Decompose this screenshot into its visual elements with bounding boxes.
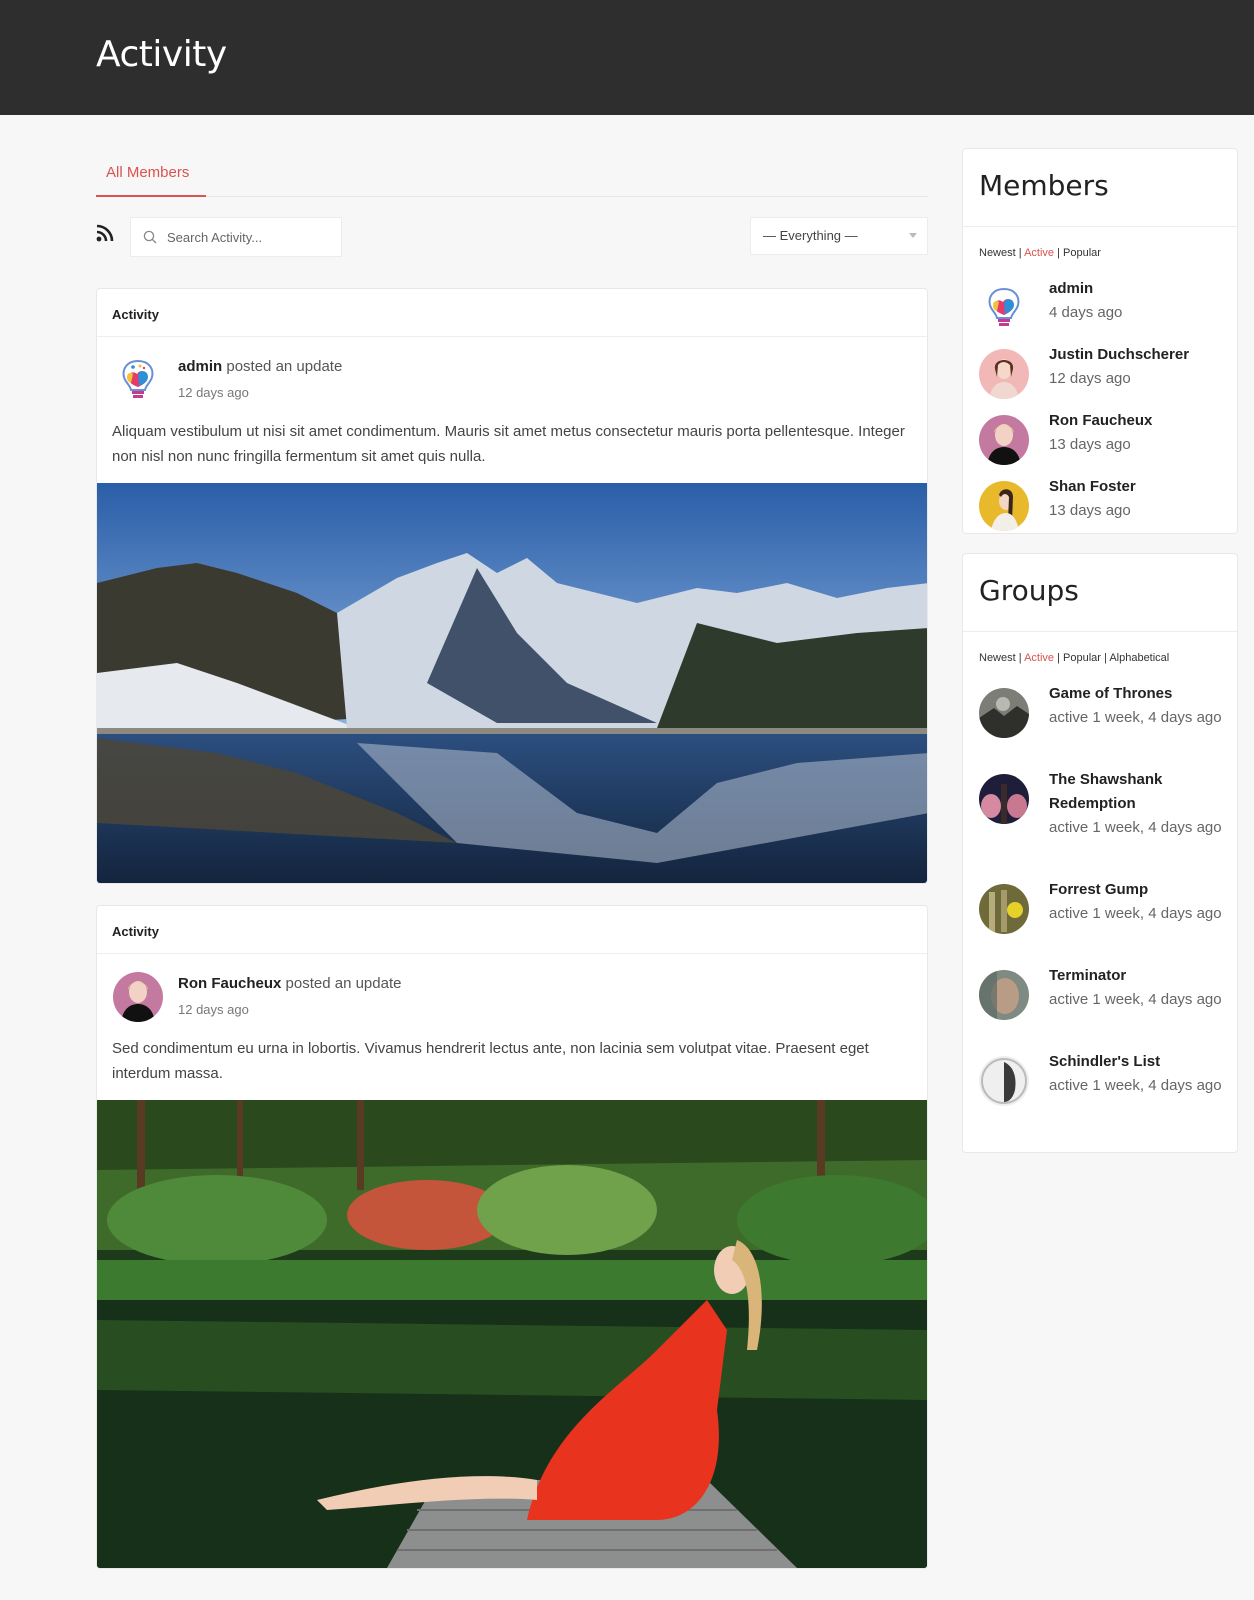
group-photo-icon bbox=[979, 688, 1029, 738]
activity-section-label: Activity bbox=[97, 289, 927, 337]
group-avatar[interactable] bbox=[979, 688, 1029, 738]
filter-separator: | bbox=[1018, 247, 1022, 259]
avatar[interactable] bbox=[113, 355, 163, 405]
groups-widget-filters: Newest | Active | Popular | Alphabetical bbox=[963, 632, 1237, 680]
group-activity: active 1 week, 4 days ago bbox=[1049, 1077, 1222, 1094]
member-name[interactable]: Shan Foster bbox=[1049, 475, 1237, 499]
post-timestamp[interactable]: 12 days ago bbox=[178, 1002, 249, 1017]
group-item: Terminator active 1 week, 4 days ago bbox=[963, 964, 1237, 1050]
member-name[interactable]: Ron Faucheux bbox=[1049, 409, 1237, 433]
filter-separator: | bbox=[1057, 652, 1060, 664]
group-item: Game of Thrones active 1 week, 4 days ag… bbox=[963, 682, 1237, 768]
group-name[interactable]: Game of Thrones bbox=[1049, 682, 1237, 706]
filter-separator: | bbox=[1018, 652, 1022, 664]
groups-filter-popular[interactable]: Popular bbox=[1063, 652, 1101, 664]
post-content: Sed condimentum eu urna in lobortis. Viv… bbox=[112, 1040, 869, 1082]
group-activity: active 1 week, 4 days ago bbox=[1049, 819, 1222, 836]
member-item: admin 4 days ago bbox=[963, 277, 1237, 343]
filter-selected-value: — Everything — bbox=[763, 228, 858, 243]
member-avatar[interactable] bbox=[979, 283, 1029, 333]
member-last-active: 4 days ago bbox=[1049, 304, 1123, 321]
post-author-link[interactable]: admin bbox=[178, 358, 222, 375]
chevron-down-icon bbox=[909, 233, 917, 238]
post-author-line: Ron Faucheux posted an update bbox=[178, 975, 401, 992]
member-last-active: 13 days ago bbox=[1049, 436, 1131, 453]
search-activity-input[interactable] bbox=[167, 218, 337, 256]
member-photo-icon bbox=[979, 349, 1029, 399]
group-photo-icon bbox=[979, 884, 1029, 934]
group-item: Schindler's List active 1 week, 4 days a… bbox=[963, 1050, 1237, 1136]
post-timestamp[interactable]: 12 days ago bbox=[178, 385, 249, 400]
post-image-woman-dock[interactable] bbox=[97, 1100, 928, 1568]
member-avatar[interactable] bbox=[979, 349, 1029, 399]
post-meta: admin posted an update 12 days ago bbox=[97, 337, 927, 419]
group-name[interactable]: Forrest Gump bbox=[1049, 878, 1237, 902]
activity-section-label: Activity bbox=[97, 906, 927, 954]
group-avatar[interactable] bbox=[979, 884, 1029, 934]
post-image-mountain-lake[interactable] bbox=[97, 483, 928, 883]
group-photo-icon bbox=[979, 774, 1029, 824]
search-icon bbox=[143, 230, 157, 244]
activity-filter-select[interactable]: — Everything — bbox=[750, 217, 928, 255]
members-filter-popular[interactable]: Popular bbox=[1063, 247, 1101, 259]
group-item: Forrest Gump active 1 week, 4 days ago bbox=[963, 878, 1237, 964]
groups-filter-active[interactable]: Active bbox=[1024, 652, 1054, 664]
member-last-active: 12 days ago bbox=[1049, 370, 1131, 387]
member-avatar[interactable] bbox=[979, 481, 1029, 531]
post-author-link[interactable]: Ron Faucheux bbox=[178, 975, 281, 992]
group-avatar[interactable] bbox=[979, 1056, 1029, 1106]
page-title: Activity bbox=[96, 34, 227, 75]
post-meta: Ron Faucheux posted an update 12 days ag… bbox=[97, 954, 927, 1036]
avatar[interactable] bbox=[113, 972, 163, 1022]
groups-widget-title: Groups bbox=[963, 554, 1237, 632]
search-activity-box[interactable] bbox=[130, 217, 342, 257]
filter-separator: | bbox=[1104, 652, 1107, 664]
member-name[interactable]: admin bbox=[1049, 277, 1237, 301]
member-last-active: 13 days ago bbox=[1049, 502, 1131, 519]
woman-portrait-icon bbox=[113, 972, 163, 1022]
member-photo-icon bbox=[979, 415, 1029, 465]
group-photo-icon bbox=[979, 1056, 1029, 1106]
members-filter-active[interactable]: Active bbox=[1024, 247, 1054, 259]
member-item: Ron Faucheux 13 days ago bbox=[963, 409, 1237, 475]
member-item: Shan Foster 13 days ago bbox=[963, 475, 1237, 533]
group-item: The Shawshank Redemption active 1 week, … bbox=[963, 768, 1237, 878]
member-avatar[interactable] bbox=[979, 415, 1029, 465]
post-action: posted an update bbox=[226, 358, 343, 375]
page-header: Activity bbox=[0, 0, 1254, 115]
post-content: Aliquam vestibulum ut nisi sit amet cond… bbox=[112, 423, 905, 465]
lightbulb-logo-icon bbox=[979, 283, 1029, 333]
group-avatar[interactable] bbox=[979, 970, 1029, 1020]
activity-item: Activity admin posted an update 12 days … bbox=[96, 288, 928, 884]
activity-item: Activity Ron Faucheux posted an update 1… bbox=[96, 905, 928, 1569]
group-activity: active 1 week, 4 days ago bbox=[1049, 905, 1222, 922]
rss-icon[interactable] bbox=[96, 224, 114, 242]
lightbulb-logo-icon bbox=[113, 355, 163, 405]
group-activity: active 1 week, 4 days ago bbox=[1049, 709, 1222, 726]
tab-all-members[interactable]: All Members bbox=[96, 163, 206, 197]
activity-tabs: All Members bbox=[96, 163, 928, 197]
member-name[interactable]: Justin Duchscherer bbox=[1049, 343, 1237, 367]
filter-separator: | bbox=[1057, 247, 1060, 259]
group-name[interactable]: The Shawshank Redemption bbox=[1049, 768, 1237, 816]
post-action: posted an update bbox=[285, 975, 402, 992]
members-filter-newest[interactable]: Newest bbox=[979, 247, 1016, 259]
members-widget-title: Members bbox=[963, 149, 1237, 227]
groups-filter-newest[interactable]: Newest bbox=[979, 652, 1016, 664]
group-photo-icon bbox=[979, 970, 1029, 1020]
members-widget-filters: Newest | Active | Popular bbox=[963, 227, 1237, 275]
groups-filter-alphabetical[interactable]: Alphabetical bbox=[1109, 652, 1169, 664]
group-name[interactable]: Terminator bbox=[1049, 964, 1237, 988]
member-item: Justin Duchscherer 12 days ago bbox=[963, 343, 1237, 409]
post-author-line: admin posted an update bbox=[178, 358, 342, 375]
member-photo-icon bbox=[979, 481, 1029, 531]
group-activity: active 1 week, 4 days ago bbox=[1049, 991, 1222, 1008]
group-avatar[interactable] bbox=[979, 774, 1029, 824]
groups-widget: Groups Newest | Active | Popular | Alpha… bbox=[962, 553, 1238, 1153]
group-name[interactable]: Schindler's List bbox=[1049, 1050, 1237, 1074]
members-widget: Members Newest | Active | Popular admin … bbox=[962, 148, 1238, 534]
